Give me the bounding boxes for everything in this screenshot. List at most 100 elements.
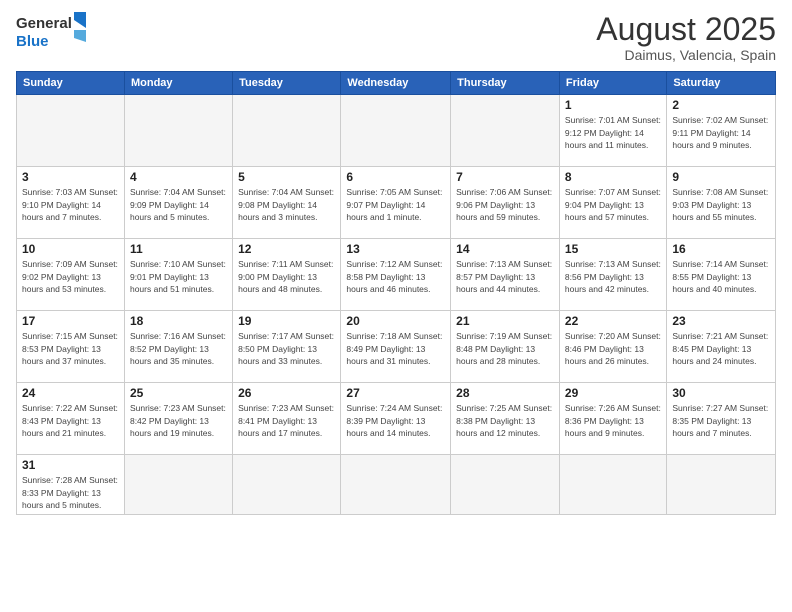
day-info: Sunrise: 7:25 AM Sunset: 8:38 PM Dayligh… xyxy=(456,402,554,439)
day-number: 2 xyxy=(672,98,770,112)
day-info: Sunrise: 7:21 AM Sunset: 8:45 PM Dayligh… xyxy=(672,330,770,367)
calendar-row-1: 3 Sunrise: 7:03 AM Sunset: 9:10 PM Daylig… xyxy=(17,167,776,239)
day-info: Sunrise: 7:17 AM Sunset: 8:50 PM Dayligh… xyxy=(238,330,335,367)
day-info: Sunrise: 7:10 AM Sunset: 9:01 PM Dayligh… xyxy=(130,258,227,295)
col-wednesday: Wednesday xyxy=(341,72,451,95)
calendar-cell: 18Sunrise: 7:16 AM Sunset: 8:52 PM Dayli… xyxy=(124,311,232,383)
calendar-cell: 9 Sunrise: 7:08 AM Sunset: 9:03 PM Daylig… xyxy=(667,167,776,239)
calendar-cell: 5Sunrise: 7:04 AM Sunset: 9:08 PM Daylig… xyxy=(233,167,341,239)
day-number: 15 xyxy=(565,242,661,256)
day-info: Sunrise: 7:06 AM Sunset: 9:06 PM Dayligh… xyxy=(456,186,554,223)
day-number: 11 xyxy=(130,242,227,256)
calendar-cell: 4 Sunrise: 7:04 AM Sunset: 9:09 PM Daylig… xyxy=(124,167,232,239)
calendar-cell: 7 Sunrise: 7:06 AM Sunset: 9:06 PM Daylig… xyxy=(451,167,560,239)
day-info: Sunrise: 7:03 AM Sunset: 9:10 PM Dayligh… xyxy=(22,186,119,223)
calendar-cell: 29 Sunrise: 7:26 AM Sunset: 8:36 PM Dayli… xyxy=(559,383,666,455)
day-number: 19 xyxy=(238,314,335,328)
calendar-cell: 30Sunrise: 7:27 AM Sunset: 8:35 PM Dayli… xyxy=(667,383,776,455)
day-info: Sunrise: 7:04 AM Sunset: 9:09 PM Dayligh… xyxy=(130,186,227,223)
day-number: 22 xyxy=(565,314,661,328)
day-info: Sunrise: 7:19 AM Sunset: 8:48 PM Dayligh… xyxy=(456,330,554,367)
calendar-cell: 14 Sunrise: 7:13 AM Sunset: 8:57 PM Dayli… xyxy=(451,239,560,311)
svg-text:Blue: Blue xyxy=(16,33,49,50)
day-number: 13 xyxy=(346,242,445,256)
calendar-header-row: Sunday Monday Tuesday Wednesday Thursday… xyxy=(17,72,776,95)
calendar-row-2: 10 Sunrise: 7:09 AM Sunset: 9:02 PM Dayli… xyxy=(17,239,776,311)
calendar-cell xyxy=(667,455,776,515)
day-info: Sunrise: 7:13 AM Sunset: 8:56 PM Dayligh… xyxy=(565,258,661,295)
calendar-row-4: 24Sunrise: 7:22 AM Sunset: 8:43 PM Dayli… xyxy=(17,383,776,455)
calendar-cell: 26Sunrise: 7:23 AM Sunset: 8:41 PM Dayli… xyxy=(233,383,341,455)
calendar-row-3: 17 Sunrise: 7:15 AM Sunset: 8:53 PM Dayli… xyxy=(17,311,776,383)
day-number: 9 xyxy=(672,170,770,184)
col-sunday: Sunday xyxy=(17,72,125,95)
day-number: 30 xyxy=(672,386,770,400)
calendar-cell: 17 Sunrise: 7:15 AM Sunset: 8:53 PM Dayli… xyxy=(17,311,125,383)
day-number: 27 xyxy=(346,386,445,400)
day-info: Sunrise: 7:15 AM Sunset: 8:53 PM Dayligh… xyxy=(22,330,119,367)
calendar-cell xyxy=(341,455,451,515)
location-title: Daimus, Valencia, Spain xyxy=(596,47,776,63)
calendar-cell: 27 Sunrise: 7:24 AM Sunset: 8:39 PM Dayli… xyxy=(341,383,451,455)
calendar-cell xyxy=(233,95,341,167)
day-number: 10 xyxy=(22,242,119,256)
day-number: 1 xyxy=(565,98,661,112)
calendar-cell: 13 Sunrise: 7:12 AM Sunset: 8:58 PM Dayli… xyxy=(341,239,451,311)
day-info: Sunrise: 7:02 AM Sunset: 9:11 PM Dayligh… xyxy=(672,114,770,151)
day-info: Sunrise: 7:12 AM Sunset: 8:58 PM Dayligh… xyxy=(346,258,445,295)
calendar-cell: 15 Sunrise: 7:13 AM Sunset: 8:56 PM Dayli… xyxy=(559,239,666,311)
day-number: 6 xyxy=(346,170,445,184)
calendar-cell xyxy=(451,95,560,167)
calendar-cell xyxy=(124,455,232,515)
calendar-table: Sunday Monday Tuesday Wednesday Thursday… xyxy=(16,71,776,515)
generalblue-logo-icon: GeneralBlue xyxy=(16,12,96,50)
calendar-cell: 6Sunrise: 7:05 AM Sunset: 9:07 PM Daylig… xyxy=(341,167,451,239)
day-info: Sunrise: 7:24 AM Sunset: 8:39 PM Dayligh… xyxy=(346,402,445,439)
calendar-cell: 11 Sunrise: 7:10 AM Sunset: 9:01 PM Dayli… xyxy=(124,239,232,311)
day-number: 29 xyxy=(565,386,661,400)
svg-text:General: General xyxy=(16,15,72,32)
day-info: Sunrise: 7:11 AM Sunset: 9:00 PM Dayligh… xyxy=(238,258,335,295)
day-number: 17 xyxy=(22,314,119,328)
calendar-cell: 16Sunrise: 7:14 AM Sunset: 8:55 PM Dayli… xyxy=(667,239,776,311)
day-info: Sunrise: 7:14 AM Sunset: 8:55 PM Dayligh… xyxy=(672,258,770,295)
day-info: Sunrise: 7:26 AM Sunset: 8:36 PM Dayligh… xyxy=(565,402,661,439)
calendar-cell: 1Sunrise: 7:01 AM Sunset: 9:12 PM Daylig… xyxy=(559,95,666,167)
day-info: Sunrise: 7:28 AM Sunset: 8:33 PM Dayligh… xyxy=(22,474,119,511)
calendar-cell: 19 Sunrise: 7:17 AM Sunset: 8:50 PM Dayli… xyxy=(233,311,341,383)
calendar-cell: 31 Sunrise: 7:28 AM Sunset: 8:33 PM Dayli… xyxy=(17,455,125,515)
day-number: 31 xyxy=(22,458,119,472)
day-number: 4 xyxy=(130,170,227,184)
calendar-cell xyxy=(341,95,451,167)
day-number: 3 xyxy=(22,170,119,184)
day-info: Sunrise: 7:08 AM Sunset: 9:03 PM Dayligh… xyxy=(672,186,770,223)
calendar-cell: 8 Sunrise: 7:07 AM Sunset: 9:04 PM Daylig… xyxy=(559,167,666,239)
calendar-cell: 22Sunrise: 7:20 AM Sunset: 8:46 PM Dayli… xyxy=(559,311,666,383)
day-number: 12 xyxy=(238,242,335,256)
day-number: 21 xyxy=(456,314,554,328)
day-number: 26 xyxy=(238,386,335,400)
day-number: 7 xyxy=(456,170,554,184)
calendar-cell: 25Sunrise: 7:23 AM Sunset: 8:42 PM Dayli… xyxy=(124,383,232,455)
day-number: 24 xyxy=(22,386,119,400)
day-number: 23 xyxy=(672,314,770,328)
calendar-cell: 12 Sunrise: 7:11 AM Sunset: 9:00 PM Dayli… xyxy=(233,239,341,311)
day-info: Sunrise: 7:04 AM Sunset: 9:08 PM Dayligh… xyxy=(238,186,335,223)
calendar-cell: 23 Sunrise: 7:21 AM Sunset: 8:45 PM Dayli… xyxy=(667,311,776,383)
title-area: August 2025 Daimus, Valencia, Spain xyxy=(596,12,776,63)
calendar-cell: 3 Sunrise: 7:03 AM Sunset: 9:10 PM Daylig… xyxy=(17,167,125,239)
day-info: Sunrise: 7:23 AM Sunset: 8:42 PM Dayligh… xyxy=(130,402,227,439)
logo-area: GeneralBlue xyxy=(16,12,96,50)
col-saturday: Saturday xyxy=(667,72,776,95)
col-friday: Friday xyxy=(559,72,666,95)
calendar-cell: 28Sunrise: 7:25 AM Sunset: 8:38 PM Dayli… xyxy=(451,383,560,455)
day-number: 8 xyxy=(565,170,661,184)
day-number: 14 xyxy=(456,242,554,256)
calendar-row-0: 1Sunrise: 7:01 AM Sunset: 9:12 PM Daylig… xyxy=(17,95,776,167)
day-info: Sunrise: 7:09 AM Sunset: 9:02 PM Dayligh… xyxy=(22,258,119,295)
day-info: Sunrise: 7:13 AM Sunset: 8:57 PM Dayligh… xyxy=(456,258,554,295)
col-thursday: Thursday xyxy=(451,72,560,95)
calendar-cell xyxy=(124,95,232,167)
col-tuesday: Tuesday xyxy=(233,72,341,95)
day-info: Sunrise: 7:07 AM Sunset: 9:04 PM Dayligh… xyxy=(565,186,661,223)
